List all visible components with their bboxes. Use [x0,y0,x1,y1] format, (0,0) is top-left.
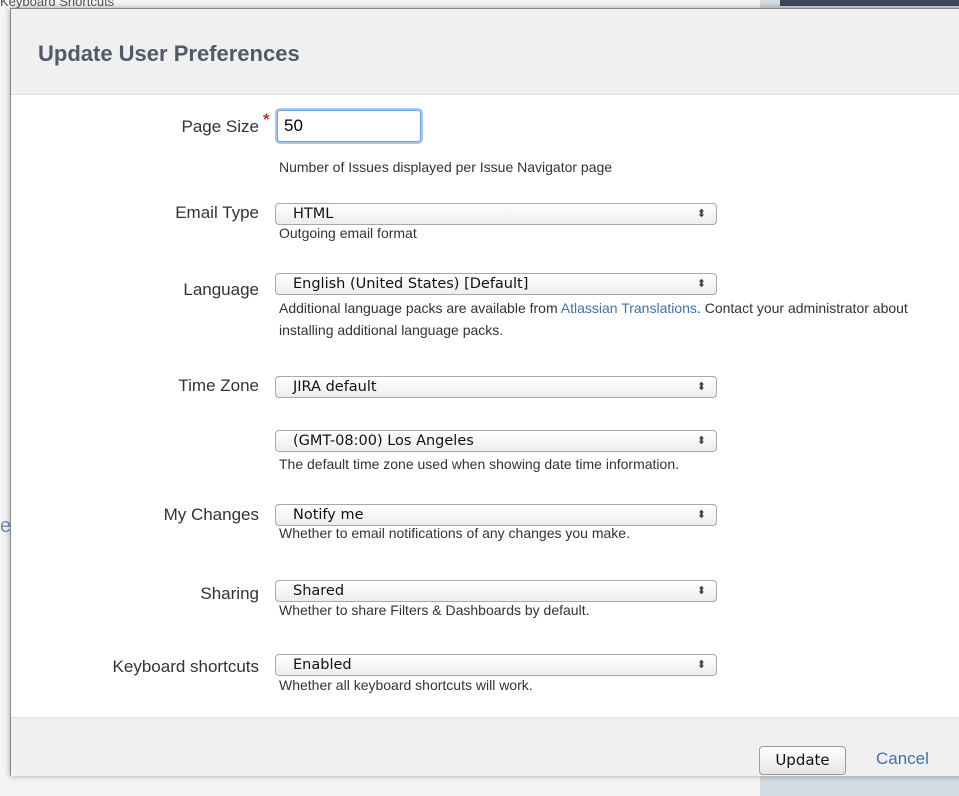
my-changes-label: My Changes [163,505,259,524]
updown-chevron-icon: ⬍ [696,658,706,671]
updown-chevron-icon: ⬍ [696,584,706,597]
time-zone-help: The default time zone used when showing … [279,456,680,472]
updown-chevron-icon: ⬍ [696,207,706,220]
preferences-dialog: Update User Preferences Page Size * Numb… [10,8,959,776]
email-type-value: HTML [293,206,334,222]
time-zone-region-value: JIRA default [293,379,377,395]
update-button[interactable]: Update [759,746,846,775]
keyboard-shortcuts-help: Whether all keyboard shortcuts will work… [279,677,533,693]
language-label: Language [183,280,259,299]
language-value: English (United States) [Default] [293,276,529,292]
atlassian-translations-link[interactable]: Atlassian Translations [561,300,697,316]
updown-chevron-icon: ⬍ [696,434,706,447]
page-size-label: Page Size [181,117,260,136]
background-footer-strip [760,776,959,796]
my-changes-value: Notify me [293,507,364,523]
keyboard-shortcuts-select[interactable]: Enabled ⬍ [275,654,717,676]
page-size-help: Number of Issues displayed per Issue Nav… [279,159,613,175]
required-mark: * [263,110,270,129]
language-help: Additional language packs are available … [279,297,939,341]
language-help-text: Additional language packs are available … [279,300,561,316]
sharing-help: Whether to share Filters & Dashboards by… [279,602,590,618]
page-size-input[interactable] [277,110,421,142]
email-type-label: Email Type [175,203,259,222]
keyboard-shortcuts-label: Keyboard shortcuts [112,657,259,676]
updown-chevron-icon: ⬍ [696,277,706,290]
sharing-label: Sharing [200,584,259,603]
updown-chevron-icon: ⬍ [696,380,706,393]
sharing-value: Shared [293,583,345,599]
dialog-header: Update User Preferences [11,9,959,95]
time-zone-select[interactable]: (GMT-08:00) Los Angeles ⬍ [275,430,717,452]
cancel-link[interactable]: Cancel [876,749,929,769]
dialog-footer: Update Cancel [11,717,959,776]
keyboard-shortcuts-value: Enabled [293,657,352,673]
time-zone-value: (GMT-08:00) Los Angeles [293,433,474,449]
time-zone-region-select[interactable]: JIRA default ⬍ [275,376,717,398]
background-header-bar [780,0,959,6]
email-type-help: Outgoing email format [279,225,417,241]
time-zone-label: Time Zone [178,376,259,395]
dialog-title: Update User Preferences [38,41,300,66]
my-changes-help: Whether to email notifications of any ch… [279,525,630,541]
language-select[interactable]: English (United States) [Default] ⬍ [275,273,717,295]
